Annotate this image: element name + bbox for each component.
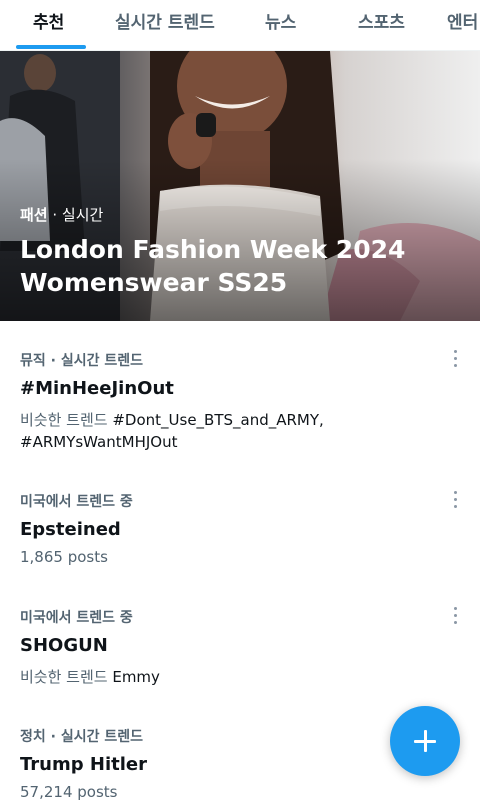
compose-button[interactable] — [390, 706, 460, 776]
more-options-icon[interactable] — [450, 489, 460, 511]
similar-prefix: 비슷한 트렌드 — [20, 668, 113, 686]
tab-entertainment[interactable]: 엔터 — [447, 0, 478, 50]
tab-recommended[interactable]: 추천 — [33, 0, 64, 50]
hero-title: London Fashion Week 2024 Womenswear SS25 — [20, 235, 406, 297]
trend-similar: 비슷한 트렌드 #Dont_Use_BTS_and_ARMY, #ARMYsWa… — [20, 409, 460, 453]
similar-tags[interactable]: Emmy — [112, 668, 160, 686]
tab-trending[interactable]: 실시간 트렌드 — [115, 0, 215, 50]
trend-title: SHOGUN — [20, 635, 108, 656]
active-tab-indicator — [16, 45, 86, 49]
trend-title: #MinHeeJinOut — [20, 378, 174, 399]
more-options-icon[interactable] — [450, 605, 460, 627]
trend-item[interactable]: 뮤직 · 실시간 트렌드 #MinHeeJinOut 비슷한 트렌드 #Dont… — [20, 350, 460, 453]
trend-title: Epsteined — [20, 519, 121, 540]
tab-sports[interactable]: 스포츠 — [358, 0, 405, 50]
more-options-icon[interactable] — [450, 348, 460, 370]
trend-meta: 미국에서 트렌드 중 — [20, 494, 133, 510]
hero-category: 패션 · 실시간 — [20, 204, 103, 225]
hero-trend-card[interactable]: 패션 · 실시간 London Fashion Week 2024 Womens… — [0, 51, 480, 321]
hero-separator: · — [47, 206, 62, 224]
hero-category-label: 패션 — [20, 206, 48, 224]
trend-post-count: 1,865 posts — [20, 548, 108, 566]
hero-status: 실시간 — [61, 206, 104, 224]
similar-prefix: 비슷한 트렌드 — [20, 411, 113, 429]
trend-item[interactable]: 미국에서 트렌드 중 SHOGUN 비슷한 트렌드 Emmy — [20, 607, 460, 688]
trend-similar: 비슷한 트렌드 Emmy — [20, 666, 460, 688]
explore-tabs: 추천 실시간 트렌드 뉴스 스포츠 엔터 — [0, 0, 480, 51]
trend-meta: 미국에서 트렌드 중 — [20, 610, 133, 626]
tab-news[interactable]: 뉴스 — [265, 0, 296, 50]
trend-item[interactable]: 미국에서 트렌드 중 Epsteined 1,865 posts — [20, 491, 460, 568]
trend-meta: 뮤직 · 실시간 트렌드 — [20, 353, 143, 369]
